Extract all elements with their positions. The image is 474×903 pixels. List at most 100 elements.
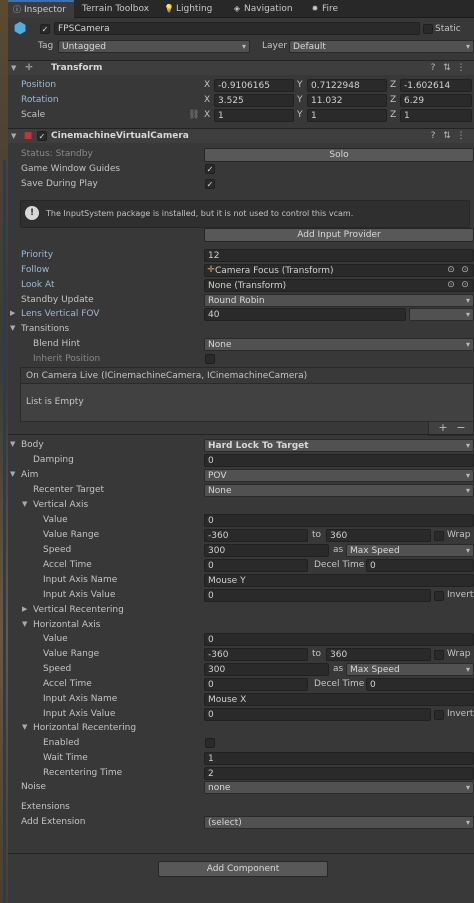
static-checkbox[interactable] — [423, 24, 433, 34]
add-component-button[interactable]: Add Component — [158, 861, 328, 877]
foldout-arrow-icon[interactable]: ▼ — [22, 498, 30, 510]
rotation-y-field[interactable]: 11.032 — [307, 94, 387, 107]
vcam-enabled-checkbox[interactable]: ✓ — [37, 131, 47, 141]
priority-field[interactable]: 12 — [204, 249, 474, 262]
tab-navigation[interactable]: ◈ Navigation — [228, 0, 304, 18]
tab-lighting[interactable]: 💡 Lighting — [160, 0, 226, 18]
recenter-target-dropdown[interactable]: None — [204, 484, 474, 497]
vertical-invert-checkbox[interactable] — [434, 591, 444, 601]
horizontal-invert-checkbox[interactable] — [434, 710, 444, 720]
rotation-x-field[interactable]: 3.525 — [214, 94, 294, 107]
game-window-guides-checkbox[interactable]: ✓ — [205, 164, 215, 174]
damping-field[interactable]: 0 — [204, 454, 474, 467]
aim-dropdown[interactable]: POV — [204, 469, 474, 482]
scale-y-field[interactable]: 1 — [307, 109, 387, 122]
blend-hint-label: Blend Hint — [33, 339, 80, 349]
vertical-range-min-field[interactable]: -360 — [204, 529, 308, 542]
object-name-field[interactable]: FPSCamera — [54, 22, 420, 35]
foldout-arrow-icon[interactable]: ▼ — [11, 62, 19, 74]
add-input-provider-button[interactable]: Add Input Provider — [204, 228, 474, 242]
foldout-arrow-icon[interactable]: ▼ — [22, 618, 30, 630]
horizontal-value-field[interactable]: 0 — [204, 633, 474, 646]
scale-z-field[interactable]: 1 — [400, 109, 472, 122]
as-label: as — [333, 664, 344, 674]
help-icon[interactable]: ? — [428, 62, 438, 74]
vertical-range-max-field[interactable]: 360 — [326, 529, 431, 542]
horizontal-speed-mode-dropdown[interactable]: Max Speed — [346, 663, 474, 676]
foldout-arrow-icon[interactable]: ▼ — [10, 322, 18, 334]
scale-x-field[interactable]: 1 — [214, 109, 294, 122]
add-icon[interactable]: + — [437, 422, 449, 434]
vertical-value-field[interactable]: 0 — [204, 514, 474, 527]
vertical-speed-field[interactable]: 300 — [204, 544, 329, 557]
horizontal-speed-field[interactable]: 300 — [204, 663, 329, 676]
vertical-wrap-checkbox[interactable] — [434, 531, 444, 541]
input-axis-value-label: Input Axis Value — [43, 590, 116, 600]
tab-inspector[interactable]: ⓘ Inspector — [8, 0, 74, 18]
inherit-position-checkbox[interactable] — [205, 354, 215, 364]
tab-label: Fire — [322, 4, 339, 14]
object-picker-icon[interactable]: ⊙ — [446, 264, 456, 276]
tag-dropdown[interactable]: Untagged — [58, 40, 250, 53]
foldout-arrow-icon[interactable]: ▼ — [10, 438, 18, 450]
noise-dropdown[interactable]: none — [204, 781, 474, 794]
standby-update-dropdown[interactable]: Round Robin — [204, 294, 474, 307]
help-icon[interactable]: ? — [428, 130, 438, 142]
horizontal-accel-field[interactable]: 0 — [204, 678, 308, 691]
vertical-axis-name-field[interactable]: Mouse Y — [204, 574, 474, 587]
vcam-title: CinemachineVirtualCamera — [51, 131, 189, 141]
more-icon[interactable]: ⋮ — [456, 130, 466, 142]
remove-icon[interactable]: − — [455, 422, 467, 434]
bulb-icon: 💡 — [164, 4, 174, 13]
tab-terrain-toolbox[interactable]: Terrain Toolbox — [78, 0, 158, 18]
position-y-field[interactable]: 0.7122948 — [307, 79, 387, 92]
horizontal-range-max-field[interactable]: 360 — [326, 648, 431, 661]
foldout-arrow-icon[interactable]: ▼ — [11, 130, 19, 142]
rotation-z-field[interactable]: 6.29 — [400, 94, 472, 107]
save-during-play-checkbox[interactable]: ✓ — [205, 179, 215, 189]
position-z-field[interactable]: -1.602614 — [400, 79, 472, 92]
vertical-speed-mode-dropdown[interactable]: Max Speed — [346, 544, 474, 557]
tab-label: Lighting — [176, 4, 213, 14]
wait-time-field[interactable]: 1 — [204, 752, 474, 765]
position-x-field[interactable]: -0.9106165 — [214, 79, 294, 92]
solo-button[interactable]: Solo — [204, 148, 474, 162]
horizontal-axis-name-field[interactable]: Mouse X — [204, 693, 474, 706]
preset-icon[interactable]: ⇅ — [442, 130, 452, 142]
lens-preset-dropdown[interactable] — [409, 308, 474, 321]
horizontal-axis-value-field[interactable]: 0 — [204, 708, 431, 721]
body-dropdown[interactable]: Hard Lock To Target — [204, 439, 474, 452]
recentering-time-field[interactable]: 2 — [204, 767, 474, 780]
follow-label: Follow — [21, 265, 50, 275]
object-picker-icon[interactable]: ⊙ — [446, 279, 456, 291]
scene-view-edge-accent — [3, 160, 6, 903]
vertical-accel-field[interactable]: 0 — [204, 559, 308, 572]
recentering-enabled-checkbox[interactable] — [205, 738, 215, 748]
more-icon[interactable]: ⋮ — [456, 62, 466, 74]
blend-hint-dropdown[interactable]: None — [204, 338, 474, 351]
vertical-decel-field[interactable]: 0 — [366, 559, 474, 572]
object-picker-icon[interactable]: ⊙ — [460, 264, 470, 276]
vcam-header[interactable]: ▼ ■ ✓ CinemachineVirtualCamera ? ⇅ ⋮ — [8, 128, 474, 143]
foldout-arrow-icon[interactable]: ▼ — [22, 721, 30, 733]
horizontal-decel-field[interactable]: 0 — [366, 678, 474, 691]
link-icon[interactable]: ⛓ — [188, 109, 200, 121]
transform-header[interactable]: ▼ ✛ Transform ? ⇅ ⋮ — [8, 60, 474, 75]
scale-label: Scale — [21, 110, 46, 120]
horizontal-range-min-field[interactable]: -360 — [204, 648, 308, 661]
lens-fov-field[interactable]: 40 — [204, 308, 406, 321]
foldout-arrow-icon[interactable]: ▼ — [10, 468, 18, 480]
foldout-arrow-icon[interactable]: ▶ — [22, 603, 30, 615]
object-picker-icon[interactable]: ⊙ — [460, 279, 470, 291]
tab-fire[interactable]: ✹ Fire — [306, 0, 356, 18]
lookat-field[interactable]: None (Transform) — [204, 279, 474, 292]
preset-icon[interactable]: ⇅ — [442, 62, 452, 74]
foldout-arrow-icon[interactable]: ▶ — [10, 307, 18, 319]
follow-field[interactable]: Camera Focus (Transform) — [204, 264, 474, 277]
active-checkbox[interactable]: ✓ — [40, 24, 50, 34]
add-extension-dropdown[interactable]: (select) — [204, 816, 474, 829]
vertical-axis-value-field[interactable]: 0 — [204, 589, 431, 602]
horizontal-wrap-checkbox[interactable] — [434, 650, 444, 660]
layer-dropdown[interactable]: Default — [289, 40, 474, 53]
list-empty-label: List is Empty — [26, 397, 84, 407]
